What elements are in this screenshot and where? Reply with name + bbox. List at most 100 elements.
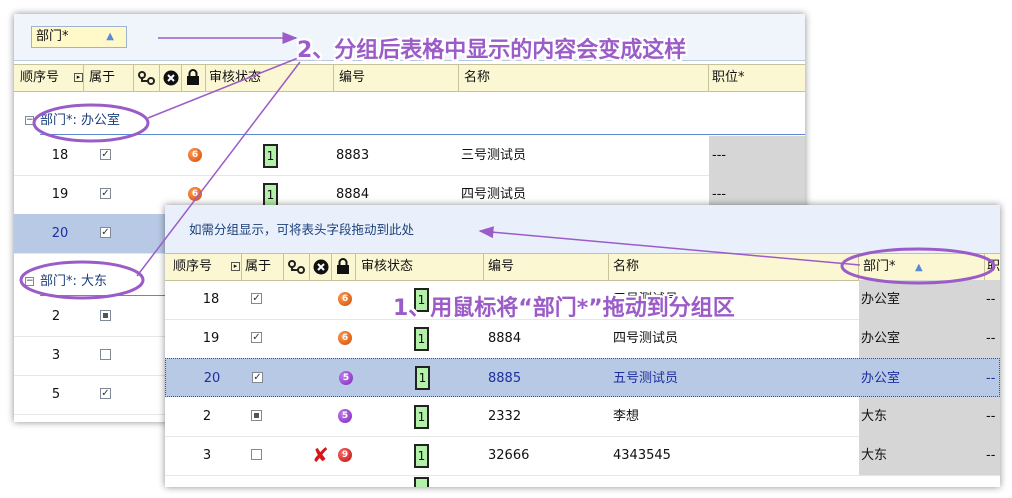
status-ball-icon: 6 bbox=[188, 148, 202, 162]
table-row-selected[interactable]: 20 ✓ 5 1 8885 五号测试员 办公室 -- bbox=[165, 358, 1000, 397]
status-badge: 1 bbox=[414, 405, 429, 429]
cell-seq: 20 bbox=[203, 371, 221, 386]
header-lock[interactable] bbox=[182, 65, 206, 91]
header-belong[interactable]: 属于 bbox=[242, 254, 284, 280]
header-link[interactable] bbox=[134, 65, 160, 91]
grid-header: 顺序号 ▸ 属于 审核状态 编号 名称 职位* bbox=[14, 64, 805, 92]
link-icon bbox=[138, 71, 155, 85]
group-chip-label: 部门* bbox=[36, 29, 69, 44]
status-ball-icon: 5 bbox=[339, 371, 353, 385]
header-status[interactable]: 审核状态 bbox=[356, 254, 484, 280]
header-code[interactable]: 编号 bbox=[484, 254, 609, 280]
cell-position: -- bbox=[986, 371, 996, 386]
status-ball-icon: 6 bbox=[338, 331, 352, 345]
header-seq[interactable]: 顺序号 ▸ bbox=[14, 65, 84, 91]
cell-code: 8885 bbox=[488, 371, 522, 386]
status-ball-icon: 6 bbox=[338, 292, 352, 306]
front-grid-panel: 如需分组显示，可将表头字段拖动到此处 顺序号 ▸ 属于 审核状态 编号 名称 部… bbox=[165, 205, 1000, 487]
checkbox-indeterminate[interactable] bbox=[100, 310, 111, 321]
checkbox[interactable]: ✓ bbox=[251, 293, 262, 304]
status-badge: 1 bbox=[414, 327, 429, 351]
status-badge: 1 bbox=[263, 144, 278, 168]
group-by-drop-area[interactable]: 如需分组显示，可将表头字段拖动到此处 bbox=[165, 205, 1000, 254]
cell-position: -- bbox=[986, 448, 996, 463]
header-position-label: 职位* bbox=[712, 70, 745, 85]
status-badge bbox=[414, 477, 429, 487]
header-delete[interactable] bbox=[310, 254, 332, 280]
header-position[interactable]: 职 bbox=[985, 254, 1000, 280]
cell-position: -- bbox=[986, 409, 996, 424]
group-label: 部门*: 大东 bbox=[40, 274, 108, 289]
status-ball-icon: 6 bbox=[188, 187, 202, 201]
collapse-icon[interactable]: − bbox=[25, 277, 34, 286]
cell-seq: 18 bbox=[202, 292, 220, 307]
table-row-partial bbox=[165, 475, 1000, 487]
header-lock[interactable] bbox=[332, 254, 356, 280]
checkbox[interactable]: ✓ bbox=[100, 388, 111, 399]
cell-department: 办公室 bbox=[861, 331, 901, 346]
header-seq[interactable]: 顺序号 ▸ bbox=[165, 254, 242, 280]
header-name-label: 名称 bbox=[464, 70, 491, 85]
cell-position: -- bbox=[986, 292, 996, 307]
cell-seq: 19 bbox=[202, 331, 220, 346]
header-name-label: 名称 bbox=[613, 259, 640, 274]
sort-asc-icon[interactable]: ▲ bbox=[915, 255, 923, 280]
header-status-label: 审核状态 bbox=[209, 70, 262, 85]
cell-code: 8884 bbox=[488, 331, 522, 346]
checkbox[interactable]: ✓ bbox=[100, 188, 111, 199]
header-position-label: 职 bbox=[987, 259, 1000, 274]
collapse-icon[interactable]: − bbox=[25, 116, 34, 125]
cell-code: 32666 bbox=[488, 448, 530, 463]
header-name[interactable]: 名称 bbox=[459, 65, 709, 91]
checkbox[interactable] bbox=[100, 349, 111, 360]
checkbox-indeterminate[interactable] bbox=[251, 410, 262, 421]
table-row[interactable]: 3 ✘ 9 1 32666 4343545 大东 -- bbox=[165, 436, 1000, 476]
header-seq-label: 顺序号 bbox=[173, 259, 213, 274]
status-ball-icon: 9 bbox=[338, 448, 352, 462]
header-belong[interactable]: 属于 bbox=[84, 65, 134, 91]
cell-code: 8883 bbox=[336, 148, 370, 163]
cell-seq: 3 bbox=[202, 448, 212, 463]
expand-column-icon[interactable]: ▸ bbox=[231, 262, 240, 271]
header-name[interactable]: 名称 bbox=[609, 254, 859, 280]
checkbox[interactable]: ✓ bbox=[252, 372, 263, 383]
group-hint-text: 如需分组显示，可将表头字段拖动到此处 bbox=[189, 222, 415, 237]
header-code[interactable]: 编号 bbox=[334, 65, 459, 91]
close-circle-icon bbox=[313, 259, 329, 275]
header-delete[interactable] bbox=[160, 65, 182, 91]
cell-name: 五号测试员 bbox=[613, 371, 679, 386]
error-x-icon: ✘ bbox=[312, 443, 329, 467]
cell-seq: 20 bbox=[51, 226, 69, 241]
table-row[interactable]: 18 ✓ 6 1 8883 三号测试员 --- bbox=[14, 136, 805, 176]
status-badge: 1 bbox=[263, 183, 278, 207]
group-chip-department[interactable]: 部门* ▲ bbox=[31, 26, 127, 48]
cell-department: 大东 bbox=[861, 409, 888, 424]
cell-position: --- bbox=[712, 148, 727, 163]
header-department[interactable]: 部门* ▲ bbox=[859, 254, 985, 280]
expand-column-icon[interactable]: ▸ bbox=[74, 73, 83, 82]
cell-department: 办公室 bbox=[861, 292, 901, 307]
cell-seq: 2 bbox=[202, 409, 212, 424]
cell-seq: 19 bbox=[51, 187, 69, 202]
sort-asc-icon[interactable]: ▲ bbox=[106, 27, 114, 47]
cell-position: -- bbox=[986, 331, 996, 346]
checkbox[interactable] bbox=[251, 449, 262, 460]
checkbox[interactable]: ✓ bbox=[251, 332, 262, 343]
group-label: 部门*: 办公室 bbox=[40, 113, 121, 128]
header-status[interactable]: 审核状态 bbox=[206, 65, 334, 91]
cell-code: 2332 bbox=[488, 409, 522, 424]
table-row[interactable]: 2 5 1 2332 李想 大东 -- bbox=[165, 397, 1000, 437]
header-link[interactable] bbox=[284, 254, 310, 280]
table-row[interactable]: 19 ✓ 6 1 8884 四号测试员 办公室 -- bbox=[165, 319, 1000, 359]
group-row-office[interactable]: − 部门*: 办公室 bbox=[14, 107, 805, 135]
cell-seq: 2 bbox=[51, 309, 61, 324]
grid-header: 顺序号 ▸ 属于 审核状态 编号 名称 部门* ▲ 职 bbox=[165, 253, 1000, 281]
checkbox[interactable]: ✓ bbox=[100, 227, 111, 238]
header-department-label: 部门* bbox=[863, 259, 896, 274]
cell-name: 三号测试员 bbox=[461, 148, 527, 163]
link-icon bbox=[288, 260, 305, 274]
header-belong-label: 属于 bbox=[89, 70, 116, 85]
checkbox[interactable]: ✓ bbox=[100, 149, 111, 160]
header-status-label: 审核状态 bbox=[361, 259, 414, 274]
header-position[interactable]: 职位* bbox=[709, 65, 805, 91]
